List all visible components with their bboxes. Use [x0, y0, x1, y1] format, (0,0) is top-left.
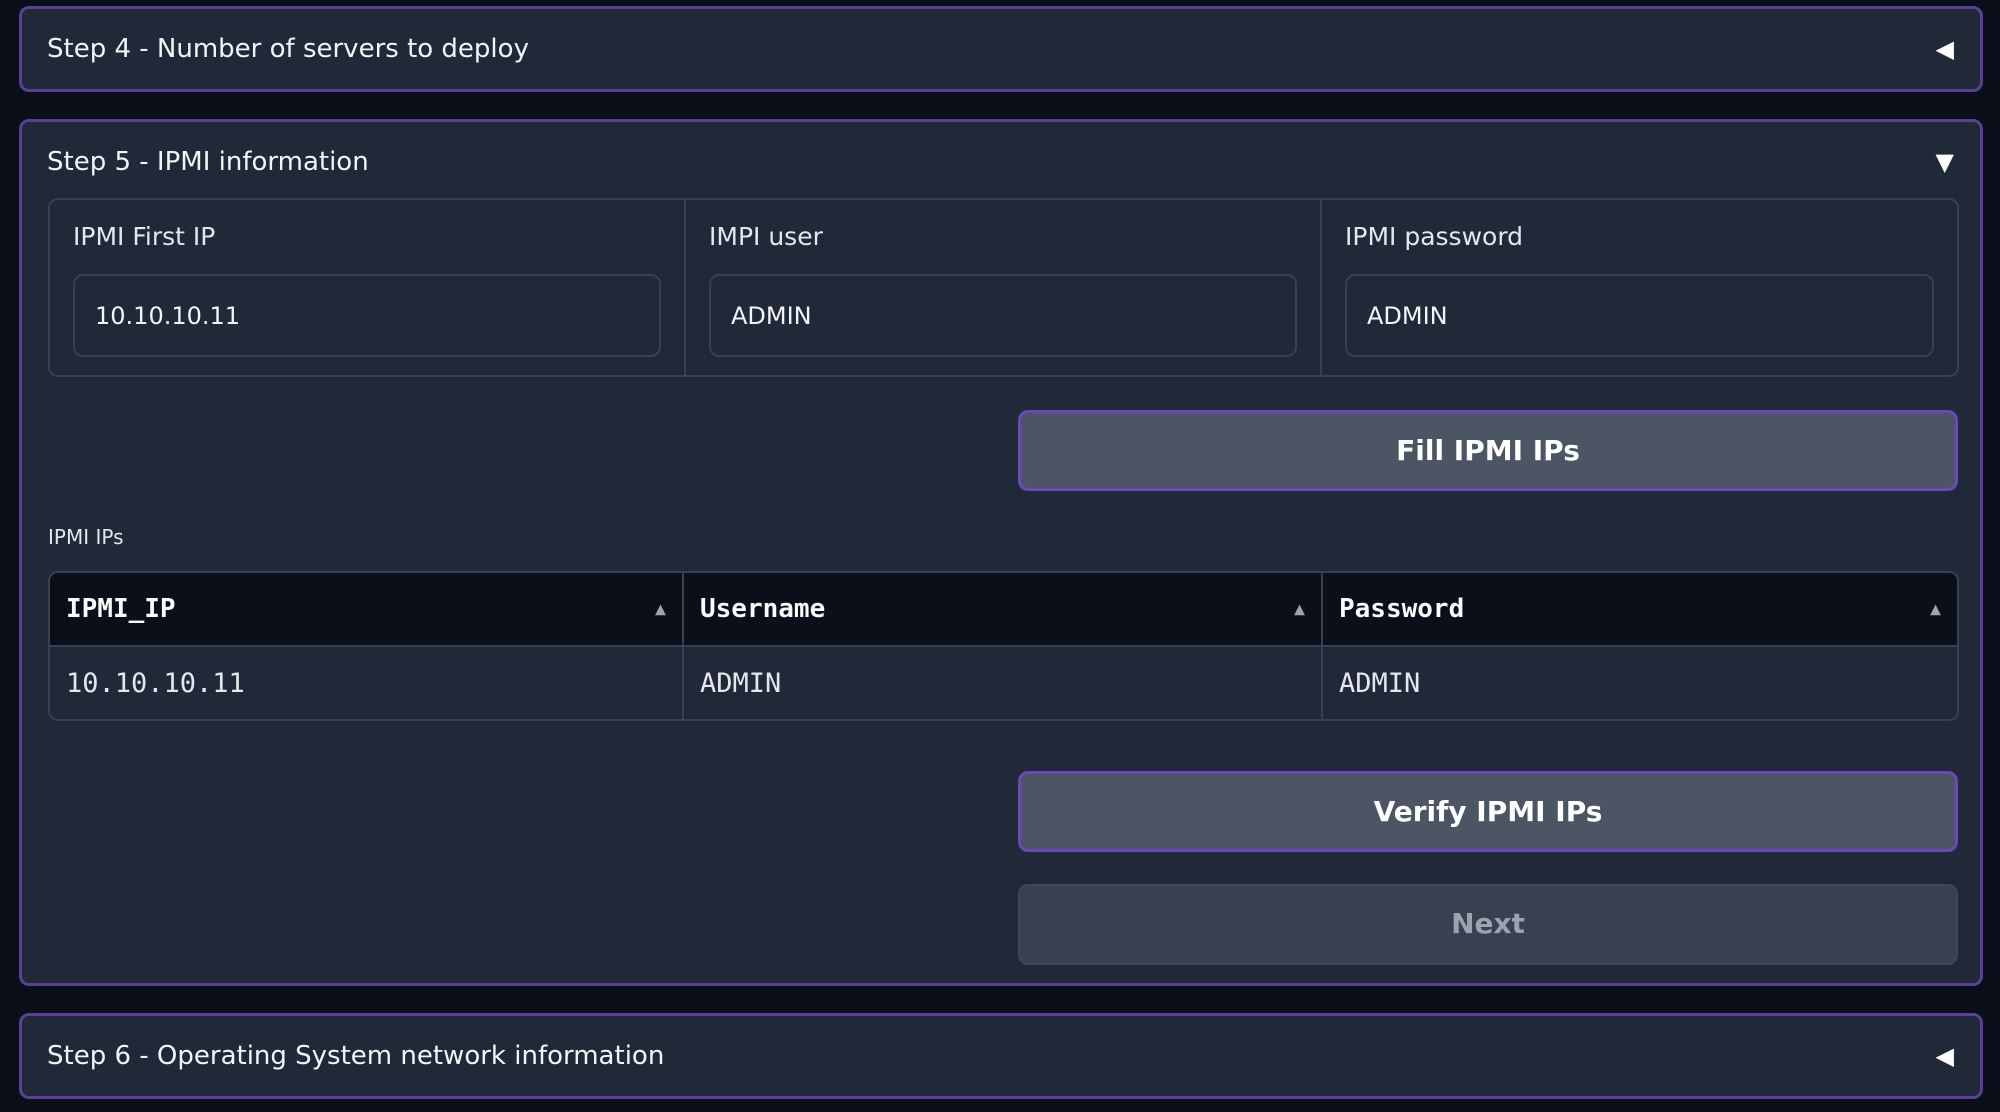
- ipmi-fields-block: IPMI First IP IMPI user IPMI password: [48, 198, 1959, 377]
- column-header-username[interactable]: Username ▲: [683, 573, 1323, 647]
- fill-ipmi-ips-button[interactable]: Fill IPMI IPs: [1018, 410, 1958, 491]
- sort-up-icon[interactable]: ▲: [655, 599, 666, 620]
- step4-accordion: Step 4 - Number of servers to deploy ◀: [19, 6, 1983, 92]
- step5-title: Step 5 - IPMI information: [47, 147, 369, 177]
- collapse-arrow-icon[interactable]: ◀: [1936, 1016, 1954, 1096]
- column-header-label: IPMI_IP: [66, 594, 176, 624]
- table-header-row: IPMI_IP ▲ Username ▲ Password ▲: [50, 573, 1957, 647]
- sort-up-icon[interactable]: ▲: [1930, 599, 1941, 620]
- column-header-ipmi-ip[interactable]: IPMI_IP ▲: [50, 573, 684, 647]
- step5-header[interactable]: Step 5 - IPMI information ▼: [22, 122, 1980, 202]
- table-cell[interactable]: ADMIN: [1322, 646, 1957, 719]
- table-row: 10.10.10.11 ADMIN ADMIN: [50, 646, 1957, 719]
- step4-title: Step 4 - Number of servers to deploy: [47, 34, 529, 64]
- step4-header[interactable]: Step 4 - Number of servers to deploy ◀: [22, 9, 1980, 89]
- ipmi-user-input[interactable]: [709, 274, 1297, 357]
- table-cell[interactable]: 10.10.10.11: [50, 646, 684, 719]
- ipmi-password-label: IPMI password: [1345, 222, 1524, 251]
- expand-arrow-icon[interactable]: ▼: [1936, 122, 1954, 202]
- step6-header[interactable]: Step 6 - Operating System network inform…: [22, 1016, 1980, 1096]
- step6-title: Step 6 - Operating System network inform…: [47, 1041, 665, 1071]
- ipmi-first-ip-input[interactable]: [73, 274, 661, 357]
- ipmi-first-ip-field: IPMI First IP: [50, 200, 686, 375]
- ipmi-password-field: IPMI password: [1322, 200, 1957, 375]
- ipmi-ips-grid: IPMI_IP ▲ Username ▲ Password ▲ 10.10.10…: [50, 573, 1957, 719]
- sort-up-icon[interactable]: ▲: [1294, 599, 1305, 620]
- ipmi-user-field: IMPI user: [686, 200, 1322, 375]
- ipmi-first-ip-label: IPMI First IP: [73, 222, 216, 251]
- ipmi-ips-table: IPMI_IP ▲ Username ▲ Password ▲ 10.10.10…: [48, 571, 1959, 721]
- step5-accordion: Step 5 - IPMI information ▼ IPMI First I…: [19, 119, 1983, 986]
- column-header-password[interactable]: Password ▲: [1322, 573, 1957, 647]
- collapse-arrow-icon[interactable]: ◀: [1936, 9, 1954, 89]
- ipmi-ips-table-label: IPMI IPs: [48, 525, 124, 549]
- step6-accordion: Step 6 - Operating System network inform…: [19, 1013, 1983, 1099]
- column-header-label: Password: [1339, 594, 1465, 624]
- table-cell[interactable]: ADMIN: [683, 646, 1323, 719]
- ipmi-user-label: IMPI user: [709, 222, 823, 251]
- column-header-label: Username: [700, 594, 826, 624]
- verify-ipmi-ips-button[interactable]: Verify IPMI IPs: [1018, 771, 1958, 852]
- next-button[interactable]: Next: [1018, 884, 1958, 965]
- ipmi-password-input[interactable]: [1345, 274, 1934, 357]
